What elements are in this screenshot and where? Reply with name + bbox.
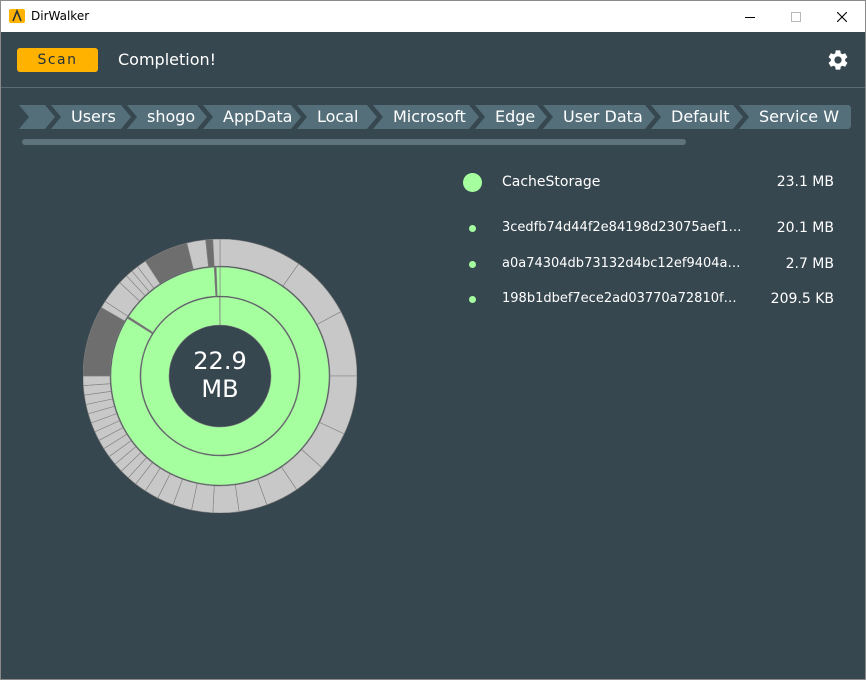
close-button[interactable]	[819, 1, 865, 32]
maximize-button[interactable]	[773, 1, 819, 32]
breadcrumb-item[interactable]: shogo	[127, 105, 207, 129]
folder-name: a0a74304db73132d4bc12ef9404a…	[502, 256, 741, 271]
color-dot-icon	[469, 225, 476, 232]
gear-icon[interactable]	[826, 48, 850, 72]
breadcrumb-item[interactable]: Local	[297, 105, 377, 129]
breadcrumb-root[interactable]	[19, 105, 55, 129]
list-item[interactable]: 3cedfb74d44f2e84198d23075aef1… 20.1 MB	[456, 211, 846, 245]
folder-name: 198b1dbef7ece2ad03770a72810f…	[502, 291, 737, 306]
breadcrumb-label: Default	[671, 107, 730, 126]
breadcrumb-item[interactable]: Microsoft	[373, 105, 479, 129]
breadcrumb-item[interactable]: Service W	[739, 105, 851, 129]
breadcrumb-item[interactable]: Edge	[475, 105, 547, 129]
breadcrumb-label: Service W	[759, 107, 840, 126]
toolbar: Scan Completion!	[1, 32, 865, 88]
folder-size: 23.1 MB	[776, 174, 834, 190]
breadcrumb-item[interactable]: Users	[51, 105, 131, 129]
total-size-unit: MB	[201, 375, 239, 403]
title-bar: DirWalker	[1, 1, 865, 32]
middle-segment[interactable]	[215, 266, 221, 297]
total-size-label: 22.9 MB	[171, 347, 269, 403]
folder-size: 209.5 KB	[770, 291, 834, 307]
outer-segment[interactable]	[212, 239, 221, 267]
color-dot-icon	[469, 296, 476, 303]
scan-button[interactable]: Scan	[17, 48, 98, 72]
close-icon	[837, 11, 847, 22]
minimize-button[interactable]	[727, 1, 773, 32]
color-dot-icon	[463, 173, 482, 192]
app-window: DirWalker Scan Completion! Users shogo App…	[0, 0, 866, 680]
breadcrumb-item[interactable]: AppData	[203, 105, 301, 129]
list-item[interactable]: a0a74304db73132d4bc12ef9404a… 2.7 MB	[456, 247, 846, 281]
breadcrumb-scrollbar[interactable]	[22, 139, 686, 145]
window-title: DirWalker	[31, 9, 90, 23]
status-text: Completion!	[118, 50, 217, 69]
folder-size: 2.7 MB	[785, 256, 834, 272]
total-size-value: 22.9	[193, 347, 247, 375]
maximize-icon	[791, 11, 801, 22]
breadcrumb-label: shogo	[147, 107, 196, 126]
breadcrumb-label: Users	[71, 107, 116, 126]
list-item[interactable]: 198b1dbef7ece2ad03770a72810f… 209.5 KB	[456, 282, 846, 316]
folder-name: CacheStorage	[502, 174, 601, 190]
outer-segment[interactable]	[212, 484, 240, 513]
folder-name: 3cedfb74d44f2e84198d23075aef1…	[502, 220, 742, 235]
folder-size: 20.1 MB	[776, 220, 834, 236]
breadcrumb-label: Microsoft	[393, 107, 466, 126]
breadcrumb-item[interactable]: Default	[651, 105, 743, 129]
outer-segment[interactable]	[83, 375, 111, 386]
breadcrumb-item[interactable]: User Data	[543, 105, 655, 129]
minimize-icon	[745, 16, 755, 18]
breadcrumb-label: User Data	[563, 107, 643, 126]
breadcrumb-label: Edge	[495, 107, 536, 126]
breadcrumb-label: Local	[317, 107, 359, 126]
app-logo-icon	[9, 9, 25, 23]
breadcrumb: Users shogo AppData Local Microsoft Edge User …	[19, 105, 851, 129]
color-dot-icon	[469, 261, 476, 268]
breadcrumb-label: AppData	[223, 107, 293, 126]
list-item-selected[interactable]: CacheStorage 23.1 MB	[456, 165, 846, 199]
